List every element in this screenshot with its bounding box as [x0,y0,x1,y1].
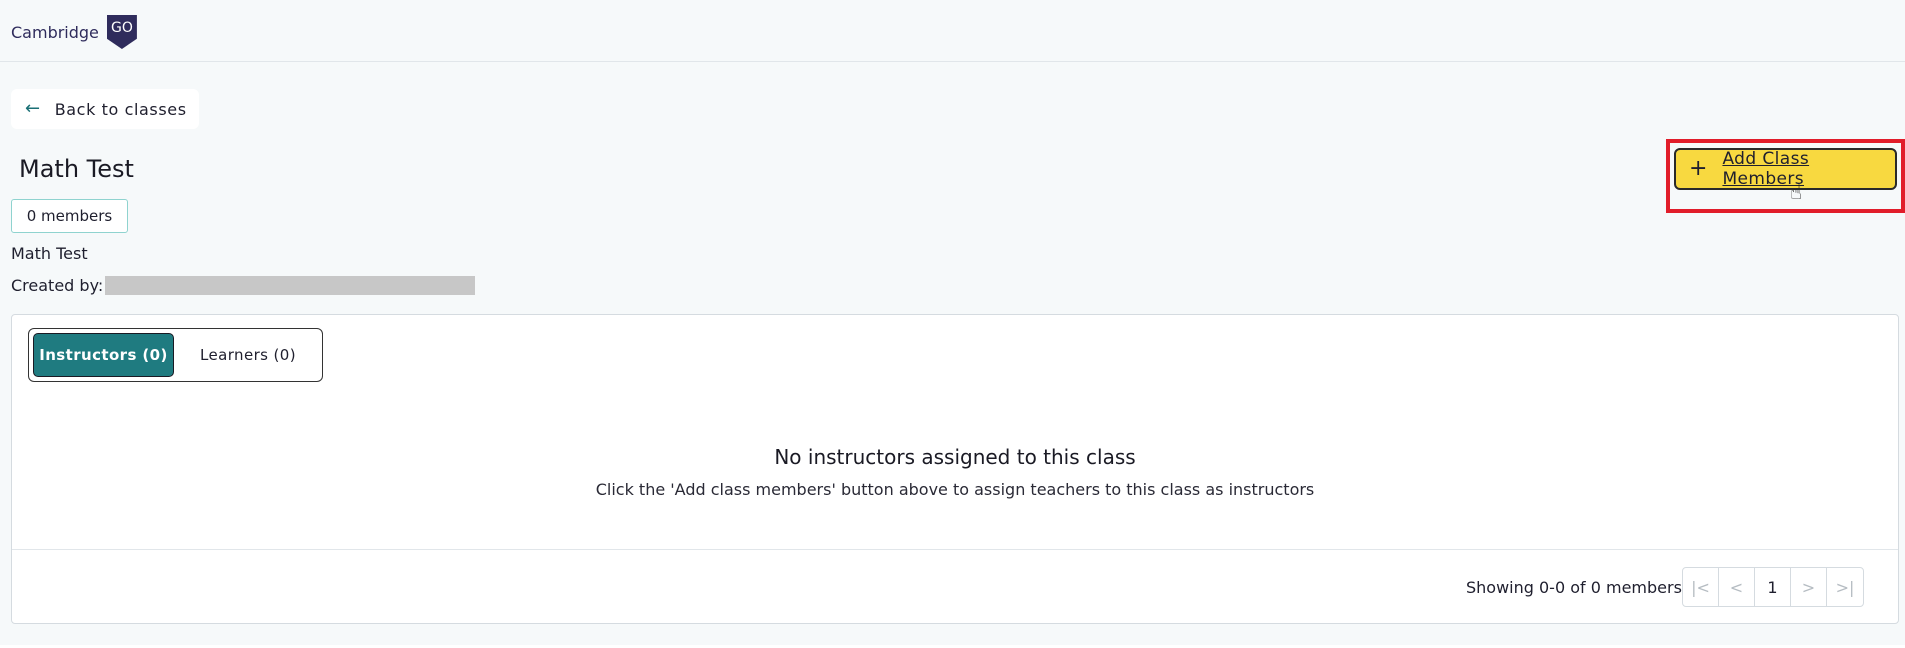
page: Cambridge GO ← Back to classes Math Test… [0,0,1905,645]
class-description: Math Test [11,244,88,263]
next-page-icon[interactable]: > [1791,568,1827,606]
created-by-label: Created by: [11,276,104,295]
member-tabs: Instructors (0) Learners (0) [28,328,323,382]
tab-instructors[interactable]: Instructors (0) [33,333,174,377]
go-shield-icon: GO [106,15,137,49]
members-panel: Instructors (0) Learners (0) No instruct… [11,314,1899,624]
logo-text: Cambridge [11,22,99,42]
cambridge-go-logo[interactable]: Cambridge GO [11,15,137,49]
back-label: Back to classes [54,99,187,119]
pagination-summary: Showing 0-0 of 0 members [1466,578,1682,597]
panel-divider [12,549,1898,550]
page-title: Math Test [19,155,134,183]
empty-state-title: No instructors assigned to this class [774,445,1136,469]
top-header: Cambridge GO [0,0,1905,62]
add-class-members-label: Add Class Members [1722,149,1810,189]
hand-cursor-icon: ☝ [1790,180,1803,204]
current-page-number[interactable]: 1 [1755,568,1791,606]
add-class-members-button[interactable]: + Add Class Members [1674,148,1897,190]
plus-icon: + [1689,156,1708,181]
members-count-badge: 0 members [11,199,128,233]
back-to-classes-button[interactable]: ← Back to classes [11,89,199,129]
pagination-controls: |< < 1 > >| [1682,567,1864,607]
last-page-icon[interactable]: >| [1827,568,1863,606]
first-page-icon[interactable]: |< [1683,568,1719,606]
tab-learners[interactable]: Learners (0) [177,333,319,377]
created-by: Created by: [11,276,476,295]
empty-state-subtitle: Click the 'Add class members' button abo… [595,480,1315,499]
prev-page-icon[interactable]: < [1719,568,1755,606]
redacted-creator-name [105,276,476,295]
arrow-left-icon: ← [25,98,41,119]
